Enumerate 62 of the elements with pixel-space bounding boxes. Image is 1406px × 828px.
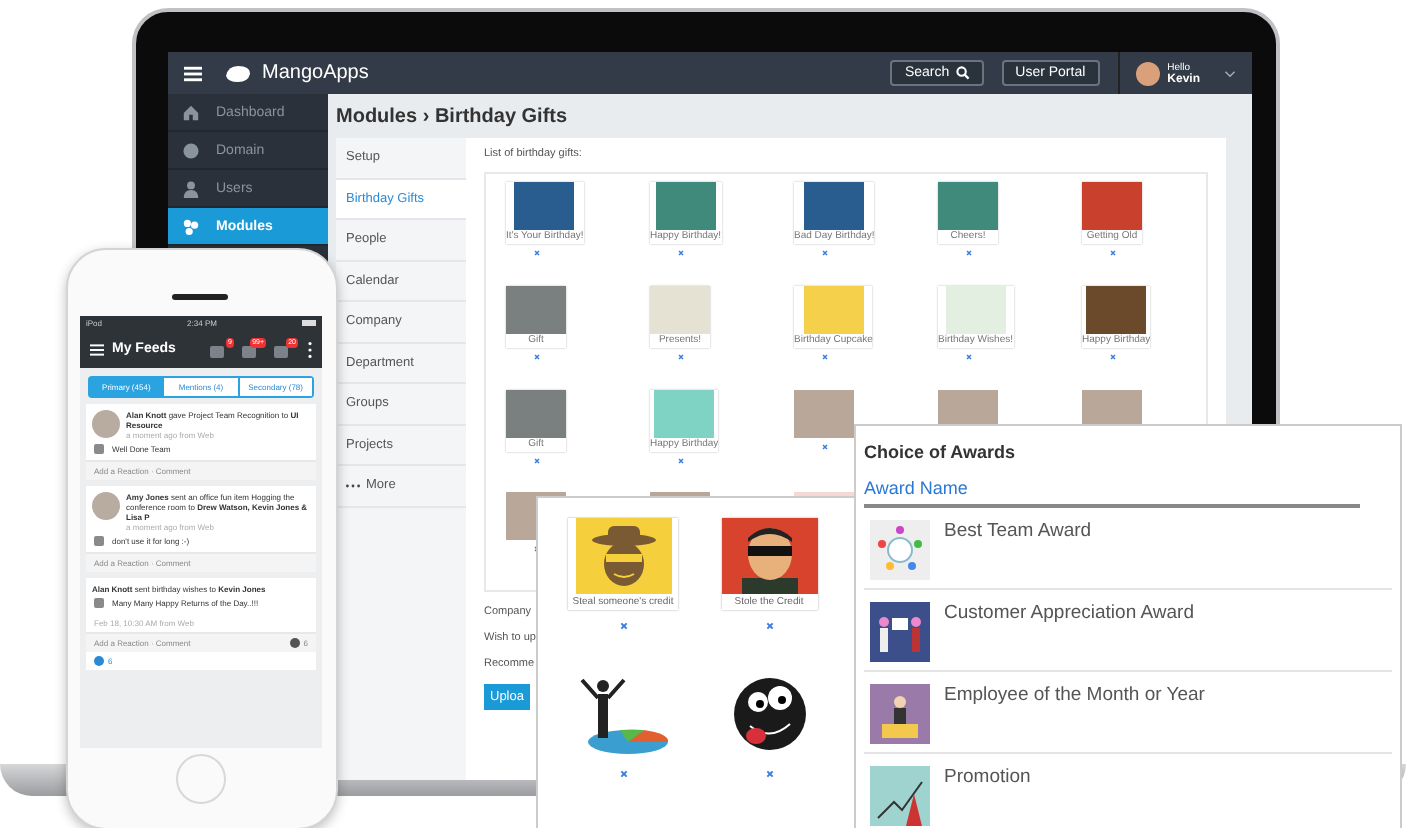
item-icon <box>94 598 104 608</box>
delete-icon[interactable] <box>966 250 972 256</box>
award-row[interactable]: Employee of the Month or Year <box>864 672 1392 754</box>
like-icon[interactable] <box>94 656 104 666</box>
gift-illustration <box>506 285 566 334</box>
avatar <box>92 410 120 438</box>
gift-illustration <box>650 285 710 334</box>
photo-placeholder[interactable] <box>794 389 854 437</box>
delete-icon[interactable] <box>678 457 684 463</box>
menu-icon[interactable] <box>184 65 202 81</box>
delete-icon[interactable] <box>765 622 773 630</box>
panel-title: Choice of Awards <box>864 442 1018 466</box>
gift-illustration <box>945 285 1006 334</box>
delete-icon[interactable] <box>678 250 684 256</box>
more-dots-icon <box>346 483 360 488</box>
delete-icon[interactable] <box>822 353 828 360</box>
search-icon <box>955 66 970 80</box>
phone-speaker <box>172 294 228 300</box>
gift-illustration <box>1086 285 1147 334</box>
delete-icon[interactable] <box>1110 353 1116 360</box>
home-icon <box>182 103 200 121</box>
award-row[interactable]: Promotion <box>864 754 1392 828</box>
modules-icon <box>182 217 200 235</box>
gift-illustration <box>654 389 715 437</box>
delete-icon[interactable] <box>534 250 540 256</box>
delete-icon[interactable] <box>534 457 540 463</box>
thief-face-drawing <box>575 518 671 594</box>
delete-icon[interactable] <box>619 770 627 778</box>
delete-icon[interactable] <box>678 353 684 360</box>
notification-icon[interactable] <box>274 345 288 357</box>
menu-icon[interactable] <box>90 343 104 355</box>
delete-icon[interactable] <box>966 353 972 360</box>
delete-icon[interactable] <box>1110 250 1116 256</box>
delete-icon[interactable] <box>765 770 773 778</box>
column-header[interactable]: Award Name <box>864 478 1360 508</box>
gift-illustration <box>804 182 865 230</box>
delete-icon[interactable] <box>822 443 828 449</box>
masked-man-drawing <box>721 518 817 594</box>
delete-icon[interactable] <box>619 622 627 630</box>
avatar <box>92 492 120 520</box>
gift-illustration <box>938 182 998 230</box>
breadcrumb: Modules › Birthday Gifts <box>336 106 570 132</box>
delete-icon[interactable] <box>822 250 828 256</box>
avatar[interactable] <box>1135 61 1160 85</box>
podium-icon <box>870 684 930 744</box>
notification-icon[interactable] <box>210 345 224 357</box>
award-row[interactable]: Customer Appreciation Award <box>864 590 1392 672</box>
gift-illustration <box>514 182 575 230</box>
award-row[interactable]: Best Team Award <box>864 508 1392 590</box>
gift-illustration <box>506 389 566 437</box>
delete-icon[interactable] <box>534 353 540 360</box>
battery-icon <box>301 320 316 326</box>
user-icon <box>182 179 200 197</box>
chevron-down-icon[interactable] <box>1224 69 1236 77</box>
item-icon <box>94 536 104 546</box>
gift-illustration <box>1082 182 1142 230</box>
gift-illustration <box>803 285 864 334</box>
notification-icon[interactable] <box>242 345 256 357</box>
gift-illustration <box>655 182 716 230</box>
comment-icon[interactable] <box>289 638 300 648</box>
item-icon <box>94 444 104 454</box>
brand-name: MangoApps <box>262 62 369 84</box>
